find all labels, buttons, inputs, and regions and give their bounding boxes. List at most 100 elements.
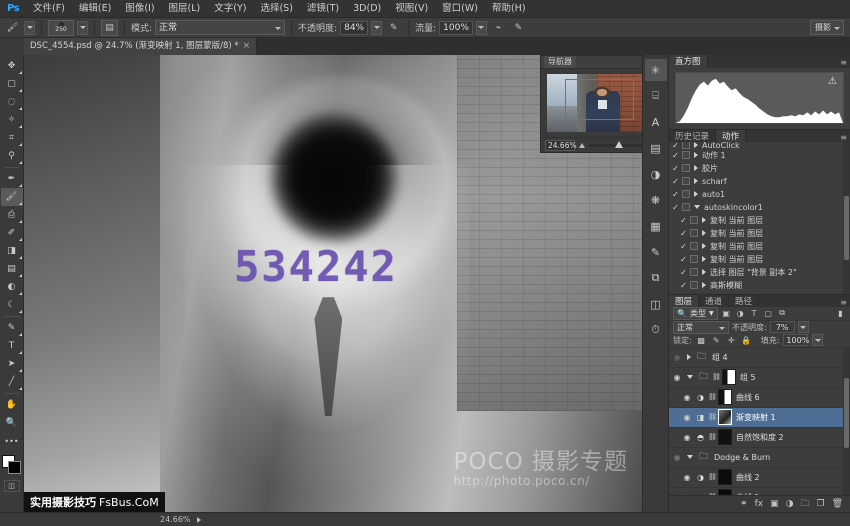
menu-file[interactable]: 文件(F) — [26, 0, 72, 18]
crop-tool[interactable]: ⌗ — [1, 129, 23, 147]
layer-fill-slider-arrow[interactable] — [812, 334, 823, 346]
table-row[interactable]: ✓胶片 — [669, 162, 850, 175]
smartobject-filter-icon[interactable]: ⧉ — [777, 307, 788, 320]
chevron-right-icon[interactable] — [702, 282, 706, 288]
mask-link-icon[interactable]: ⛓ — [708, 433, 716, 441]
blend-mode-select[interactable]: 正常 — [155, 20, 285, 35]
action-dialog-toggle[interactable] — [682, 190, 690, 198]
workspace-switcher[interactable]: 摄影 — [810, 20, 844, 35]
action-dialog-toggle[interactable] — [682, 164, 690, 172]
mask-link-icon[interactable]: ⛓ — [708, 393, 716, 401]
rail-character-icon[interactable]: A — [645, 111, 667, 133]
rail-styles-icon[interactable]: ❋ — [645, 189, 667, 211]
brush-tool-icon[interactable]: 🖌 — [4, 20, 21, 36]
action-dialog-toggle[interactable] — [682, 151, 690, 159]
type-tool[interactable]: T — [1, 337, 23, 355]
lock-image-icon[interactable]: ✎ — [711, 334, 722, 347]
visibility-toggle-icon[interactable]: ◉ — [681, 393, 693, 402]
lock-position-icon[interactable]: ✛ — [726, 334, 737, 347]
action-toggle-check[interactable]: ✓ — [671, 142, 680, 149]
action-dialog-toggle[interactable] — [690, 281, 698, 289]
table-row[interactable]: ◉ 🗀 组 4 — [669, 348, 850, 368]
menu-layer[interactable]: 图层(L) — [162, 0, 208, 18]
action-toggle-check[interactable]: ✓ — [671, 164, 680, 173]
rail-swatches-icon[interactable]: ▦ — [645, 215, 667, 237]
filter-power-icon[interactable]: ▮ — [835, 307, 846, 320]
blur-tool[interactable]: ◐ — [1, 278, 23, 296]
table-row[interactable]: ✓scharf — [669, 175, 850, 188]
action-dialog-toggle[interactable] — [690, 229, 698, 237]
mask-link-icon[interactable]: ⛓ — [712, 373, 720, 381]
edit-toolbar-icon[interactable]: ••• — [1, 432, 23, 450]
chevron-right-icon[interactable] — [702, 243, 706, 249]
tab-history[interactable]: 历史记录 — [669, 130, 716, 142]
visibility-toggle-icon[interactable]: ◉ — [681, 433, 693, 442]
navigator-zoom-handle[interactable] — [615, 141, 623, 148]
table-row[interactable]: ◉ ◑ ⛓ 曲线 6 — [669, 388, 850, 408]
document-tab[interactable]: DSC_4554.psd @ 24.7% (渐变映射 1, 图层蒙版/8) * … — [24, 38, 257, 55]
clone-stamp-tool[interactable]: ⎙ — [1, 206, 23, 224]
layer-list[interactable]: ◉ 🗀 组 4 ◉ 🗀 ⛓ 组 5 ◉ — [669, 348, 850, 495]
airbrush-icon[interactable]: ⌁ — [490, 20, 507, 36]
rail-histogram-icon[interactable]: ✳ — [645, 59, 667, 81]
zoom-out-icon[interactable] — [579, 143, 585, 148]
table-row[interactable]: ✓复制 当前 图层 — [669, 214, 850, 227]
table-row[interactable]: ✓复制 当前 图层 — [669, 227, 850, 240]
layer-mask-thumbnail[interactable] — [718, 469, 732, 485]
chevron-right-icon[interactable] — [694, 165, 698, 171]
adjustment-layer-icon[interactable]: ◑ — [786, 499, 794, 509]
dodge-tool[interactable]: ☾ — [1, 296, 23, 314]
visibility-toggle-icon[interactable]: ◉ — [671, 373, 683, 382]
menu-view[interactable]: 视图(V) — [388, 0, 435, 18]
table-row[interactable]: ✓autoskincolor1 — [669, 201, 850, 214]
layers-scrollbar-thumb[interactable] — [844, 378, 849, 448]
status-zoom-value[interactable]: 24.66% — [160, 515, 191, 524]
action-dialog-toggle[interactable] — [690, 242, 698, 250]
path-selection-tool[interactable]: ➤ — [1, 355, 23, 373]
layer-filter-kind-select[interactable]: 🔍 类型 ▼ — [673, 307, 718, 320]
background-color-swatch[interactable] — [8, 461, 21, 474]
rail-properties-icon[interactable]: ◫ — [645, 293, 667, 315]
add-mask-icon[interactable]: ▣ — [770, 499, 779, 509]
lasso-tool[interactable]: ◌ — [1, 93, 23, 111]
mask-link-icon[interactable]: ⛓ — [708, 413, 716, 421]
gradient-tool[interactable]: ▤ — [1, 260, 23, 278]
action-toggle-check[interactable]: ✓ — [679, 281, 688, 290]
lock-all-icon[interactable]: 🔒 — [741, 334, 752, 347]
tab-paths[interactable]: 路径 — [729, 295, 759, 307]
tab-histogram[interactable]: 直方图 — [669, 55, 708, 68]
menu-type[interactable]: 文字(Y) — [207, 0, 253, 18]
table-row[interactable]: ✓auto1 — [669, 188, 850, 201]
visibility-toggle-icon[interactable]: ◉ — [671, 353, 683, 362]
action-dialog-toggle[interactable] — [690, 255, 698, 263]
table-row[interactable]: ◉ 🗀 ⛓ 组 5 — [669, 368, 850, 388]
shape-filter-icon[interactable]: ▢ — [763, 307, 774, 320]
quick-mask-toggle[interactable]: ◫ — [4, 480, 20, 492]
flow-input[interactable]: 100% — [439, 21, 473, 35]
action-row[interactable]: ✓ AutoClick — [669, 142, 850, 149]
chevron-down-icon[interactable] — [694, 205, 700, 209]
chevron-down-icon[interactable] — [687, 455, 693, 459]
flow-slider-arrow[interactable] — [476, 21, 487, 35]
layer-mask-thumbnail[interactable] — [718, 429, 732, 445]
histogram-warning-icon[interactable]: ⚠ — [828, 76, 837, 87]
layer-style-icon[interactable]: fx — [755, 499, 764, 509]
table-row[interactable]: ◉ ◓ ⛓ 自然饱和度 2 — [669, 428, 850, 448]
chevron-right-icon[interactable] — [687, 354, 691, 360]
eyedropper-tool[interactable]: ⚲ — [1, 147, 23, 165]
action-toggle-check[interactable]: ✓ — [679, 216, 688, 225]
chevron-right-icon[interactable] — [694, 142, 698, 148]
chevron-right-icon[interactable] — [694, 152, 698, 158]
rail-clone-source-icon[interactable]: ⧉ — [645, 267, 667, 289]
layer-fill-input[interactable]: 100% — [783, 334, 808, 346]
actions-scrollbar-thumb[interactable] — [844, 196, 849, 260]
action-toggle-check[interactable]: ✓ — [679, 229, 688, 238]
action-dialog-toggle[interactable] — [682, 142, 690, 149]
rail-brush-icon[interactable]: ✎ — [645, 241, 667, 263]
layer-mask-thumbnail[interactable] — [722, 369, 736, 385]
lock-transparent-icon[interactable]: ▩ — [696, 334, 707, 347]
layers-panel-menu-icon[interactable]: ≡ — [840, 298, 847, 307]
navigator-thumbnail[interactable] — [547, 74, 642, 132]
tablet-pressure-icon[interactable]: ✎ — [510, 20, 527, 36]
action-toggle-check[interactable]: ✓ — [679, 268, 688, 277]
